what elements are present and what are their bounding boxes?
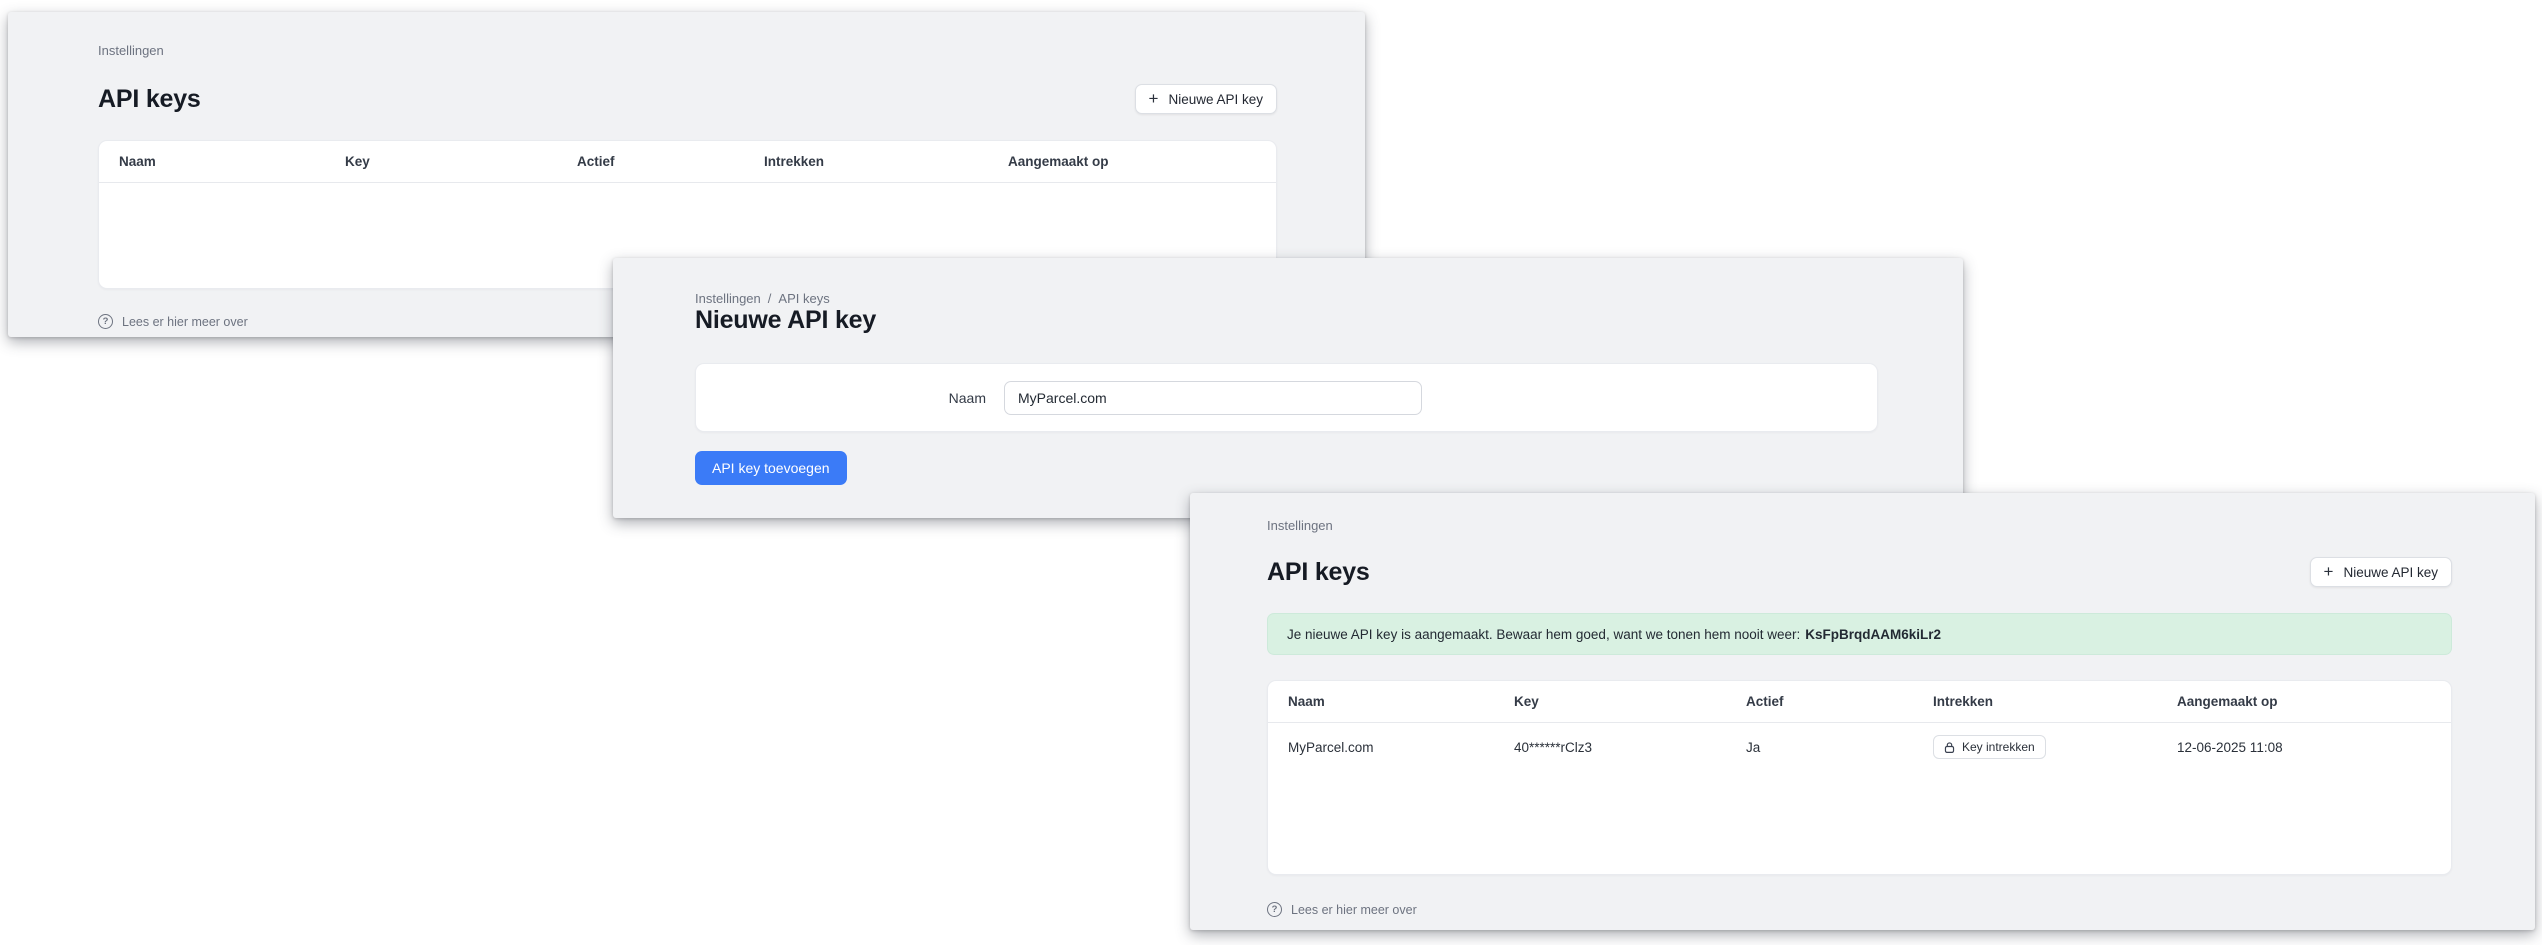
column-header-actief: Actief — [577, 154, 764, 169]
question-circle-icon: ? — [1267, 902, 1282, 917]
help-link[interactable]: ? Lees er hier meer over — [1267, 902, 2452, 917]
breadcrumb-instellingen[interactable]: Instellingen — [1267, 518, 1333, 533]
column-header-intrekken: Intrekken — [1933, 694, 2177, 709]
new-api-key-value: KsFpBrqdAAM6kiLr2 — [1805, 627, 1941, 642]
api-keys-table: Naam Key Actief Intrekken Aangemaakt op … — [1267, 680, 2452, 875]
new-api-key-form-card: Naam — [695, 363, 1878, 432]
page-header: API keys + Nieuwe API key — [98, 84, 1277, 114]
api-keys-page-created: Instellingen API keys + Nieuwe API key J… — [1190, 493, 2535, 930]
column-header-aangemaakt-op: Aangemaakt op — [2177, 694, 2431, 709]
page-title: Nieuwe API key — [695, 306, 1878, 335]
breadcrumb: Instellingen / API keys — [695, 258, 1878, 306]
cell-aangemaakt-op: 12-06-2025 11:08 — [2177, 740, 2431, 755]
breadcrumb: Instellingen — [98, 12, 1277, 58]
success-alert: Je nieuwe API key is aangemaakt. Bewaar … — [1267, 613, 2452, 655]
new-api-key-page: Instellingen / API keys Nieuwe API key N… — [613, 258, 1963, 518]
cell-actief: Ja — [1746, 740, 1933, 755]
new-api-key-button[interactable]: + Nieuwe API key — [2310, 557, 2452, 587]
lock-icon — [1944, 741, 1955, 754]
help-link-label: Lees er hier meer over — [1291, 903, 1417, 917]
table-row: MyParcel.com 40******rClz3 Ja Key intrek… — [1268, 723, 2451, 771]
name-input[interactable] — [1004, 381, 1422, 415]
plus-icon: + — [1149, 90, 1159, 107]
column-header-key: Key — [345, 154, 577, 169]
new-api-key-button[interactable]: + Nieuwe API key — [1135, 84, 1277, 114]
breadcrumb-api-keys[interactable]: API keys — [778, 291, 829, 306]
table-header-row: Naam Key Actief Intrekken Aangemaakt op — [1268, 681, 2451, 723]
revoke-key-button[interactable]: Key intrekken — [1933, 735, 2046, 759]
new-api-key-button-label: Nieuwe API key — [1168, 92, 1263, 107]
add-api-key-button[interactable]: API key toevoegen — [695, 451, 847, 485]
cell-naam: MyParcel.com — [1288, 740, 1514, 755]
page-title: API keys — [1267, 558, 1370, 587]
column-header-intrekken: Intrekken — [764, 154, 1008, 169]
success-alert-message: Je nieuwe API key is aangemaakt. Bewaar … — [1287, 627, 1800, 642]
cell-key-masked: 40******rClz3 — [1514, 740, 1746, 755]
plus-icon: + — [2324, 563, 2334, 580]
breadcrumb-instellingen[interactable]: Instellingen — [695, 291, 761, 306]
column-header-naam: Naam — [1288, 694, 1514, 709]
breadcrumb-instellingen[interactable]: Instellingen — [98, 43, 164, 58]
column-header-actief: Actief — [1746, 694, 1933, 709]
revoke-key-button-label: Key intrekken — [1962, 740, 2035, 754]
page-header: API keys + Nieuwe API key — [1267, 557, 2452, 587]
breadcrumb-separator: / — [768, 291, 772, 306]
question-circle-icon: ? — [98, 314, 113, 329]
column-header-key: Key — [1514, 694, 1746, 709]
column-header-aangemaakt-op: Aangemaakt op — [1008, 154, 1256, 169]
page-title: API keys — [98, 85, 201, 114]
help-link-label: Lees er hier meer over — [122, 315, 248, 329]
new-api-key-button-label: Nieuwe API key — [2343, 565, 2438, 580]
table-header-row: Naam Key Actief Intrekken Aangemaakt op — [99, 141, 1276, 183]
breadcrumb: Instellingen — [1267, 493, 2452, 533]
column-header-naam: Naam — [119, 154, 345, 169]
empty-table-body — [1268, 771, 2451, 875]
name-field-label: Naam — [696, 390, 986, 406]
